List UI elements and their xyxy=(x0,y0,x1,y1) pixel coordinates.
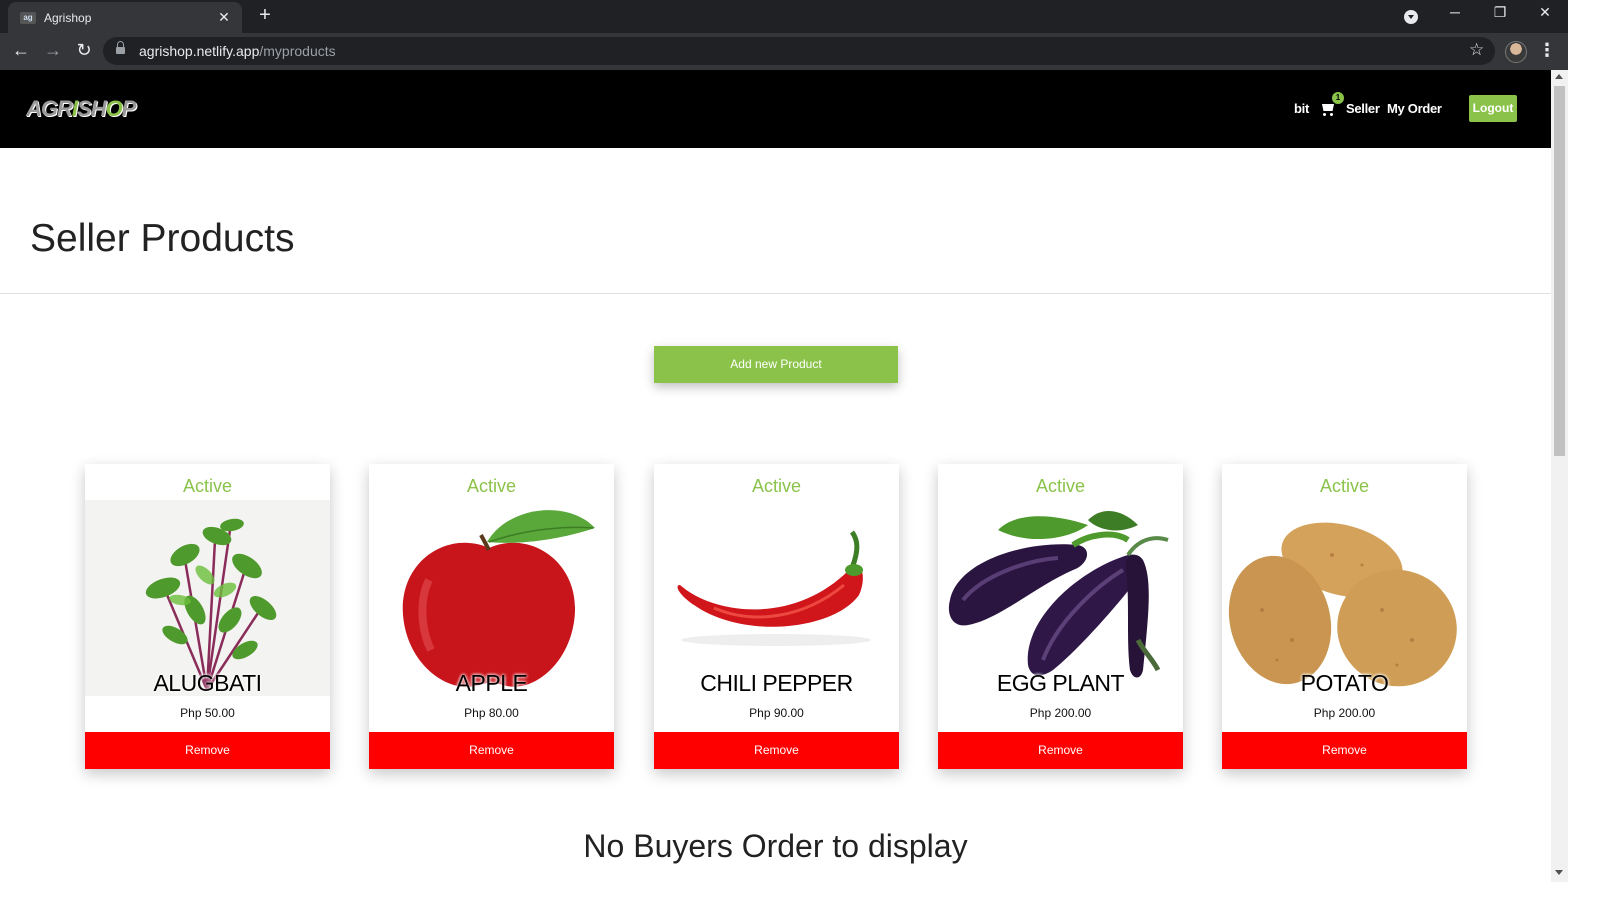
apple-image xyxy=(369,500,614,696)
product-status: Active xyxy=(751,476,802,496)
product-status: Active xyxy=(182,476,233,496)
url-text: agrishop.netlify.app/myproducts xyxy=(139,43,336,59)
nav-user-name[interactable]: bit xyxy=(1294,101,1309,116)
back-icon[interactable]: ← xyxy=(10,40,32,61)
page-scrollbar[interactable] xyxy=(1551,70,1568,882)
forward-icon[interactable]: → xyxy=(42,40,64,61)
product-card-potato: Active POTATO Php 200.00 Remove xyxy=(1222,464,1467,769)
add-new-product-button[interactable]: Add new Product xyxy=(654,346,898,383)
page-viewport: AGRISHOP bit 1 Seller My Order Logout Se… xyxy=(0,70,1551,882)
page-title: Seller Products xyxy=(30,217,295,260)
url-host: agrishop.netlify.app xyxy=(139,43,260,59)
logout-button[interactable]: Logout xyxy=(1469,95,1517,122)
new-tab-button[interactable]: + xyxy=(254,4,276,27)
browser-tab-bar: ag Agrishop ✕ + ─ ❐ ✕ xyxy=(0,0,1568,33)
product-card-apple: Active APPLE Php 80.00 Remove xyxy=(369,464,614,769)
product-card-egg-plant: Active EGG PLANT Php 200.00 Remove xyxy=(938,464,1183,769)
agrishop-logo[interactable]: AGRISHOP xyxy=(26,96,136,122)
tab-title: Agrishop xyxy=(44,10,92,25)
url-path: /myproducts xyxy=(259,43,336,59)
cart-icon[interactable] xyxy=(1320,102,1336,116)
title-divider xyxy=(0,293,1551,294)
agrishop-favicon-icon: ag xyxy=(20,11,36,24)
product-price: Php 200.00 xyxy=(1313,706,1376,720)
product-status: Active xyxy=(466,476,517,496)
browser-tab[interactable]: ag Agrishop ✕ xyxy=(8,2,242,33)
empty-orders-message: No Buyers Order to display xyxy=(583,828,968,864)
alugbati-image xyxy=(85,500,330,696)
remove-product-button[interactable]: Remove xyxy=(938,732,1183,769)
cart-count-badge: 1 xyxy=(1332,92,1344,104)
scroll-down-icon[interactable] xyxy=(1555,870,1563,875)
remove-product-button[interactable]: Remove xyxy=(654,732,899,769)
potato-image xyxy=(1222,500,1467,696)
remove-product-button[interactable]: Remove xyxy=(369,732,614,769)
product-price: Php 50.00 xyxy=(180,706,235,720)
product-name: EGG PLANT xyxy=(996,670,1125,696)
browser-toolbar: ← → ↻ agrishop.netlify.app/myproducts ☆ … xyxy=(0,33,1568,70)
product-name: CHILI PEPPER xyxy=(700,670,853,696)
product-status: Active xyxy=(1035,476,1086,496)
close-tab-icon[interactable]: ✕ xyxy=(214,9,234,26)
restore-icon[interactable]: ❐ xyxy=(1485,4,1515,21)
chili-pepper-image xyxy=(654,500,899,696)
scroll-up-icon[interactable] xyxy=(1555,74,1563,79)
product-card-alugbati: Active ALUGBATI Php 50.00 Remove xyxy=(85,464,330,769)
eggplant-image xyxy=(938,500,1183,696)
profile-avatar[interactable] xyxy=(1505,41,1527,63)
product-price: Php 90.00 xyxy=(749,706,804,720)
product-price: Php 200.00 xyxy=(1029,706,1092,720)
site-navbar: AGRISHOP bit 1 Seller My Order Logout xyxy=(0,70,1551,148)
remove-product-button[interactable]: Remove xyxy=(1222,732,1467,769)
nav-seller-link[interactable]: Seller xyxy=(1346,101,1380,116)
nav-my-order-link[interactable]: My Order xyxy=(1387,101,1442,116)
scrollbar-thumb[interactable] xyxy=(1554,86,1565,456)
minimize-icon[interactable]: ─ xyxy=(1440,4,1470,20)
close-window-icon[interactable]: ✕ xyxy=(1530,4,1560,21)
bookmark-star-icon[interactable]: ☆ xyxy=(1469,40,1484,60)
address-bar[interactable]: agrishop.netlify.app/myproducts ☆ xyxy=(103,37,1495,65)
product-name: POTATO xyxy=(1300,670,1389,696)
lock-icon[interactable] xyxy=(116,41,125,55)
reload-icon[interactable]: ↻ xyxy=(73,40,95,61)
product-status: Active xyxy=(1319,476,1370,496)
remove-product-button[interactable]: Remove xyxy=(85,732,330,769)
product-name: APPLE xyxy=(455,670,528,696)
product-name: ALUGBATI xyxy=(153,670,262,696)
browser-menu-icon[interactable]: ⋮ xyxy=(1538,40,1556,60)
product-price: Php 80.00 xyxy=(464,706,519,720)
tab-search-icon[interactable] xyxy=(1404,10,1418,24)
product-card-chili-pepper: Active CHILI PEPPER Php 90.00 Remove xyxy=(654,464,899,769)
